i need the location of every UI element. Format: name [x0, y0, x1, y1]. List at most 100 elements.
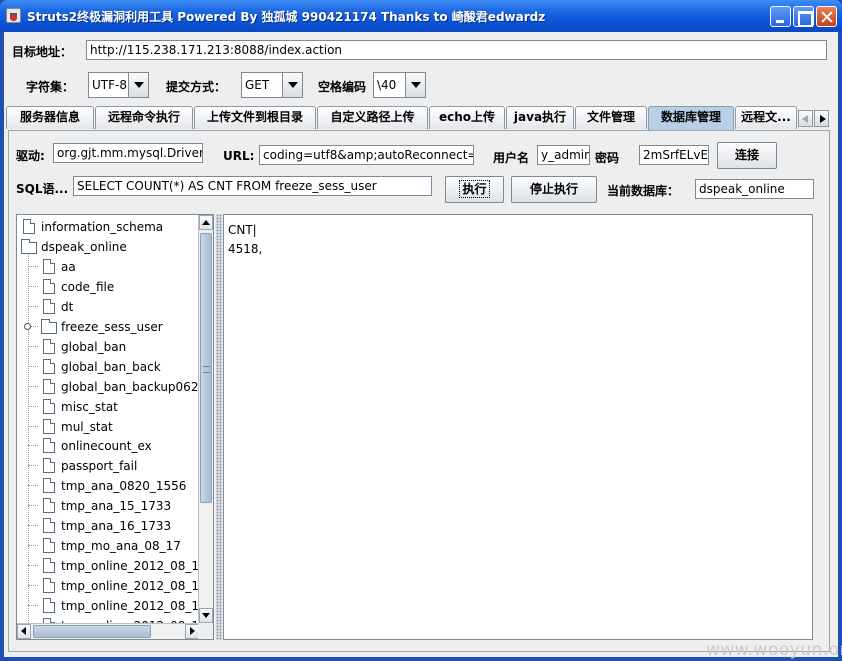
tree-table-node[interactable]: dt	[17, 297, 199, 317]
tree-table-node[interactable]: information_schema	[17, 217, 199, 237]
tree-node-label: misc_stat	[61, 399, 118, 414]
charset-select[interactable]: UTF-8	[88, 72, 149, 98]
tree-table-node[interactable]: aa	[17, 257, 199, 277]
execute-button-label: 执行	[459, 180, 490, 198]
scroll-right-icon[interactable]	[185, 624, 199, 639]
tree-guide-line	[28, 485, 38, 487]
tree-table-node[interactable]: tmp_online_2012_08_16	[17, 596, 207, 616]
target-url-input[interactable]: http://115.238.171.213:8088/index.action	[86, 40, 827, 60]
password-label: 密码	[595, 151, 620, 165]
tab-file-manager[interactable]: 文件管理	[575, 106, 647, 129]
file-icon	[43, 258, 55, 274]
tree-node-label: code_file	[61, 279, 115, 294]
tab-java-exec[interactable]: java执行	[506, 106, 574, 129]
tree-table-node[interactable]: tmp_online_2012_08_15	[17, 556, 207, 576]
file-icon	[43, 478, 55, 494]
tree-table-node[interactable]: tmp_ana_0820_1556	[17, 476, 199, 496]
jdbc-url-input[interactable]: coding=utf8&amp;autoReconnect=true	[259, 145, 474, 165]
tree-table-node[interactable]: tmp_online_2012_08_16	[17, 576, 207, 596]
tree-guide-line	[28, 385, 38, 387]
tab-bar: 服务器信息 远程命令执行 上传文件到根目录 自定义路径上传 echo上传 jav…	[6, 106, 836, 130]
file-icon	[43, 378, 55, 394]
tree-node-label: tmp_ana_15_1733	[61, 499, 172, 514]
charset-label: 字符集：	[26, 80, 75, 94]
tree-guide-line	[28, 525, 38, 527]
scrollbar-thumb[interactable]	[200, 233, 212, 503]
username-input[interactable]: y_admin	[537, 145, 590, 165]
connect-button[interactable]: 连接	[717, 142, 777, 169]
database-tree[interactable]: information_schema dspeak_onlineaa code_fi…	[16, 214, 214, 640]
tree-vertical-scrollbar[interactable]	[198, 215, 213, 623]
tree-table-node[interactable]: onlinecount_ex	[17, 436, 199, 456]
current-db-input[interactable]: dspeak_online	[695, 179, 814, 199]
chevron-down-icon[interactable]	[405, 73, 425, 97]
scroll-left-icon[interactable]	[17, 624, 31, 639]
sql-label: SQL语...	[16, 182, 69, 196]
tree-node-label: dt	[61, 299, 74, 314]
tab-remote-command[interactable]: 远程命令执行	[95, 106, 193, 129]
space-encoding-select[interactable]: \40	[373, 72, 426, 98]
java-cup-icon	[6, 8, 21, 23]
tree-node-label: tmp_online_2012_08_15	[61, 559, 207, 574]
tree-node-label: global_ban_back	[61, 359, 161, 374]
tree-node-label: tmp_mo_ana_08_17	[61, 539, 181, 554]
tab-server-info[interactable]: 服务器信息	[6, 106, 94, 129]
tree-folder-node[interactable]: dspeak_online	[17, 237, 199, 257]
tree-table-node[interactable]: tmp_ana_16_1733	[17, 516, 199, 536]
chevron-down-icon[interactable]	[282, 73, 302, 97]
sql-input[interactable]: SELECT COUNT(*) AS CNT FROM freeze_sess_…	[73, 176, 432, 196]
file-icon	[43, 438, 55, 454]
tab-scroll-right-icon[interactable]	[814, 110, 829, 127]
split-pane-divider[interactable]	[216, 214, 222, 640]
execute-button[interactable]: 执行	[445, 176, 504, 203]
close-button[interactable]	[816, 6, 837, 27]
scroll-down-icon[interactable]	[199, 608, 213, 623]
tab-upload-root[interactable]: 上传文件到根目录	[194, 106, 316, 129]
tree-table-node[interactable]: misc_stat	[17, 397, 199, 417]
tree-guide-line	[28, 345, 38, 347]
scrollbar-thumb[interactable]	[33, 625, 151, 638]
method-select[interactable]: GET	[241, 72, 303, 98]
driver-input[interactable]: org.gjt.mm.mysql.Driver	[53, 143, 203, 163]
tab-custom-path-upload[interactable]: 自定义路径上传	[317, 106, 428, 129]
tree-folder-node[interactable]: freeze_sess_user	[17, 317, 199, 337]
title-bar[interactable]: Struts2终极漏洞利用工具 Powered By 独孤城 990421174…	[0, 0, 842, 32]
tab-database-manager[interactable]: 数据库管理	[648, 106, 734, 130]
tree-table-node[interactable]: tmp_ana_15_1733	[17, 496, 199, 516]
file-icon	[43, 458, 55, 474]
tree-table-node[interactable]: tmp_mo_ana_08_17	[17, 536, 199, 556]
tree-horizontal-scrollbar[interactable]	[17, 623, 200, 639]
stop-execute-button[interactable]: 停止执行	[511, 176, 597, 203]
tree-table-node[interactable]: global_ban_backup0629	[17, 377, 206, 397]
app-window: Struts2终极漏洞利用工具 Powered By 独孤城 990421174…	[0, 0, 842, 661]
scroll-up-icon[interactable]	[199, 215, 213, 230]
expand-handle-icon[interactable]	[24, 322, 31, 330]
window-title: Struts2终极漏洞利用工具 Powered By 独孤城 990421174…	[27, 10, 546, 24]
password-input[interactable]: 2mSrfELvEY	[639, 145, 709, 165]
space-encoding-label: 空格编码	[318, 80, 367, 94]
tab-remote-file[interactable]: 远程文...	[735, 106, 797, 129]
file-icon	[43, 518, 55, 534]
tree-node-label: information_schema	[41, 220, 164, 234]
tree-guide-line	[28, 265, 38, 267]
query-result-area[interactable]: CNT| 4518,	[223, 214, 813, 640]
file-icon	[43, 598, 55, 614]
tree-table-node[interactable]: code_file	[17, 277, 199, 297]
tree-table-node[interactable]: global_ban_back	[17, 357, 199, 377]
tree-table-node[interactable]: global_ban	[17, 337, 199, 357]
tree-table-node[interactable]: mul_stat	[17, 417, 199, 437]
tree-table-node[interactable]: passport_fail	[17, 456, 199, 476]
chevron-down-icon[interactable]	[128, 73, 148, 97]
tab-echo-upload[interactable]: echo上传	[429, 106, 505, 129]
tree-guide-line	[28, 605, 38, 607]
maximize-button[interactable]	[793, 6, 814, 27]
file-icon	[43, 338, 55, 354]
tree-node-label: dspeak_online	[41, 239, 127, 254]
minimize-button[interactable]	[770, 6, 791, 27]
folder-icon	[21, 238, 37, 254]
current-db-label: 当前数据库：	[607, 184, 680, 198]
file-icon	[43, 538, 55, 554]
tab-scroll-left-icon[interactable]	[798, 110, 813, 127]
tree-node-label: tmp_online_2012_08_16	[61, 599, 207, 614]
space-encoding-value: \40	[377, 78, 397, 92]
